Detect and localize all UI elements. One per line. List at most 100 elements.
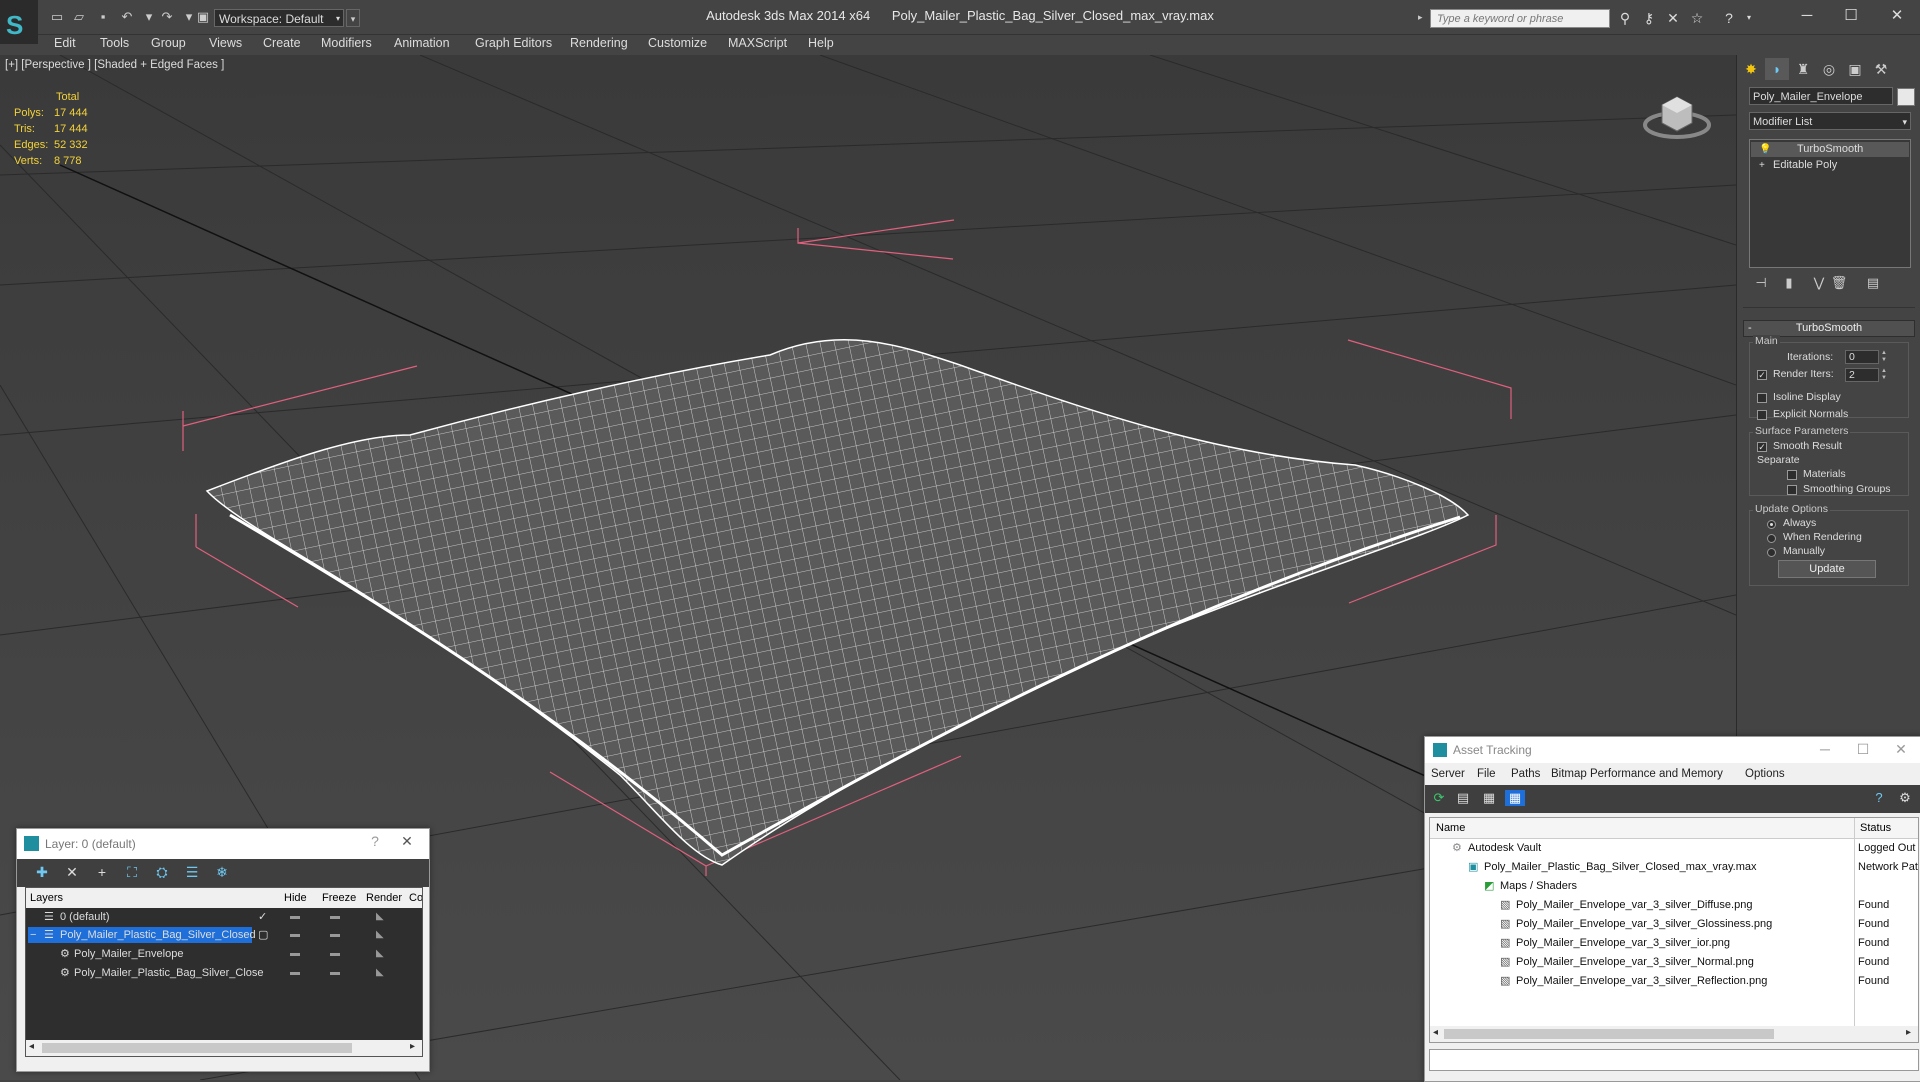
infocenter-collapse-icon[interactable]: ▸ [1418, 12, 1423, 23]
minimize-icon[interactable]: ─ [1811, 741, 1839, 757]
render-toggle-icon[interactable]: ◣ [376, 964, 384, 982]
scrollbar-thumb[interactable] [1444, 1029, 1774, 1039]
undo-dropdown-icon[interactable]: ▾ [140, 9, 158, 25]
table-row[interactable]: ▧ Poly_Mailer_Envelope_var_3_silver_Norm… [1430, 953, 1918, 972]
redo-icon[interactable]: ↷ [158, 9, 176, 25]
render-iters-spinner[interactable]: 2 [1845, 368, 1879, 382]
iterations-spinner[interactable]: 0 [1845, 350, 1879, 364]
layer-row[interactable]: ☰ 0 (default) ✓ ▬ ▬ ◣ [26, 908, 422, 926]
key-icon[interactable]: ⚷ [1640, 9, 1658, 27]
scroll-right-icon[interactable]: ▸ [1906, 1027, 1911, 1038]
search-input[interactable]: Type a keyword or phrase [1430, 9, 1610, 28]
menu-create[interactable]: Create [263, 36, 301, 50]
spinner-arrows-icon[interactable]: ▲ ▼ [1880, 350, 1888, 364]
close-icon[interactable]: ✕ [393, 833, 421, 850]
scroll-left-icon[interactable]: ◂ [29, 1041, 34, 1052]
column-header-color[interactable]: Co [409, 892, 422, 904]
scroll-right-icon[interactable]: ▸ [410, 1041, 415, 1052]
highlight-layer-icon[interactable]: ⛭ [151, 864, 173, 881]
undo-icon[interactable]: ↶ [118, 9, 136, 25]
dialog-title-bar[interactable]: Asset Tracking ─ ☐ ✕ [1425, 737, 1920, 763]
isoline-display-checkbox[interactable] [1757, 393, 1767, 403]
column-header-freeze[interactable]: Freeze [322, 892, 356, 904]
layer-row[interactable]: ⚙ Poly_Mailer_Plastic_Bag_Silver_Close ▬… [26, 964, 422, 982]
menu-modifiers[interactable]: Modifiers [321, 36, 372, 50]
menu-customize[interactable]: Customize [648, 36, 707, 50]
project-folder-icon[interactable]: ▣ [194, 9, 212, 25]
table-row[interactable]: ▧ Poly_Mailer_Envelope_var_3_silver_ior.… [1430, 934, 1918, 953]
smooth-result-checkbox[interactable]: ✓ [1757, 442, 1767, 452]
refresh-icon[interactable]: ⟳ [1429, 790, 1449, 806]
table-row[interactable]: ▧ Poly_Mailer_Envelope_var_3_silver_Glos… [1430, 915, 1918, 934]
table-row[interactable]: ▧ Poly_Mailer_Envelope_var_3_silver_Refl… [1430, 972, 1918, 991]
column-header-layers[interactable]: Layers [30, 892, 63, 904]
materials-checkbox[interactable] [1787, 470, 1797, 480]
create-layer-icon[interactable]: ✚ [31, 864, 53, 881]
table-row[interactable]: ⚙ Autodesk Vault Logged Out [1430, 839, 1918, 858]
exchange-icon[interactable]: ✕ [1664, 9, 1682, 27]
horizontal-scrollbar[interactable]: ◂ ▸ [1430, 1026, 1918, 1042]
smoothing-groups-checkbox[interactable] [1787, 485, 1797, 495]
render-toggle-icon[interactable]: ◣ [376, 926, 384, 944]
freeze-toggle[interactable]: ▬ [330, 926, 340, 944]
freeze-toggle[interactable]: ▬ [330, 945, 340, 963]
active-check-icon[interactable]: ✓ [258, 908, 267, 926]
table-row[interactable]: ◩ Maps / Shaders [1430, 877, 1918, 896]
explicit-normals-checkbox[interactable] [1757, 410, 1767, 420]
layer-row[interactable]: ⚙ Poly_Mailer_Envelope ▬ ▬ ◣ [26, 945, 422, 963]
hide-toggle[interactable]: ▬ [290, 908, 300, 926]
table-view-icon[interactable]: ▦ [1505, 790, 1525, 806]
menu-animation[interactable]: Animation [394, 36, 450, 50]
freeze-toggle[interactable]: ▬ [330, 908, 340, 926]
close-icon[interactable]: ✕ [1887, 741, 1915, 758]
stack-item-turbosmooth[interactable]: 💡 TurboSmooth [1751, 142, 1909, 157]
help-icon[interactable]: ? [1720, 9, 1738, 27]
menu-paths[interactable]: Paths [1511, 768, 1540, 780]
maximize-icon[interactable]: ☐ [1834, 5, 1868, 27]
delete-layer-icon[interactable]: ✕ [61, 864, 83, 881]
modifier-list-dropdown[interactable]: Modifier List ▾ [1749, 112, 1911, 130]
help-dropdown-icon[interactable]: ▾ [1740, 9, 1758, 27]
freeze-toggle[interactable]: ▬ [330, 964, 340, 982]
app-menu-button[interactable]: S [0, 0, 38, 44]
expand-plus-icon[interactable]: + [1759, 158, 1765, 173]
thumbnail-view-icon[interactable]: ▦ [1479, 790, 1499, 806]
hide-toggle[interactable]: ▬ [290, 926, 300, 944]
help-icon[interactable]: ? [361, 833, 389, 849]
collapse-icon[interactable]: − [30, 926, 36, 944]
maximize-icon[interactable]: ☐ [1849, 741, 1877, 758]
scrollbar-thumb[interactable] [42, 1043, 352, 1053]
star-icon[interactable]: ☆ [1688, 9, 1706, 27]
modify-tab-icon[interactable]: ◗ [1765, 58, 1789, 80]
stack-item-editable-poly[interactable]: + Editable Poly [1751, 158, 1909, 173]
column-header-status[interactable]: Status [1860, 822, 1891, 834]
lightbulb-icon[interactable]: 💡 [1759, 142, 1771, 157]
menu-tools[interactable]: Tools [100, 36, 129, 50]
new-file-icon[interactable]: ▭ [48, 9, 66, 25]
workspace-dropdown[interactable]: Workspace: Default ▾ [214, 9, 344, 27]
object-name-field[interactable]: Poly_Mailer_Envelope [1749, 87, 1893, 105]
table-row[interactable]: ▧ Poly_Mailer_Envelope_var_3_silver_Diff… [1430, 896, 1918, 915]
help-icon[interactable]: ? [1869, 790, 1889, 805]
column-header-name[interactable]: Name [1436, 822, 1465, 834]
binoculars-icon[interactable]: ⚲ [1616, 9, 1634, 27]
menu-server[interactable]: Server [1431, 768, 1465, 780]
utilities-tab-icon[interactable]: ⚒ [1869, 58, 1893, 80]
object-color-swatch[interactable] [1897, 88, 1915, 106]
hide-layers-icon[interactable]: ☰ [181, 864, 203, 881]
always-radio[interactable] [1767, 520, 1776, 529]
update-button[interactable]: Update [1778, 560, 1876, 578]
make-unique-icon[interactable]: ⋁ [1809, 275, 1829, 291]
freeze-layers-icon[interactable]: ❄ [211, 864, 233, 881]
table-row[interactable]: ▣ Poly_Mailer_Plastic_Bag_Silver_Closed_… [1430, 858, 1918, 877]
viewcube-icon[interactable] [1642, 85, 1712, 145]
menu-rendering[interactable]: Rendering [570, 36, 628, 50]
hide-toggle[interactable]: ▬ [290, 964, 300, 982]
list-view-icon[interactable]: ▤ [1453, 790, 1473, 806]
layer-row[interactable]: − ☰ Poly_Mailer_Plastic_Bag_Silver_Close… [26, 926, 422, 944]
menu-maxscript[interactable]: MAXScript [728, 36, 787, 50]
menu-help[interactable]: Help [808, 36, 834, 50]
dialog-title-bar[interactable]: Layer: 0 (default) ? ✕ [17, 829, 429, 859]
set-active-icon[interactable]: ▢ [258, 926, 268, 944]
menu-options[interactable]: Options [1745, 768, 1785, 780]
